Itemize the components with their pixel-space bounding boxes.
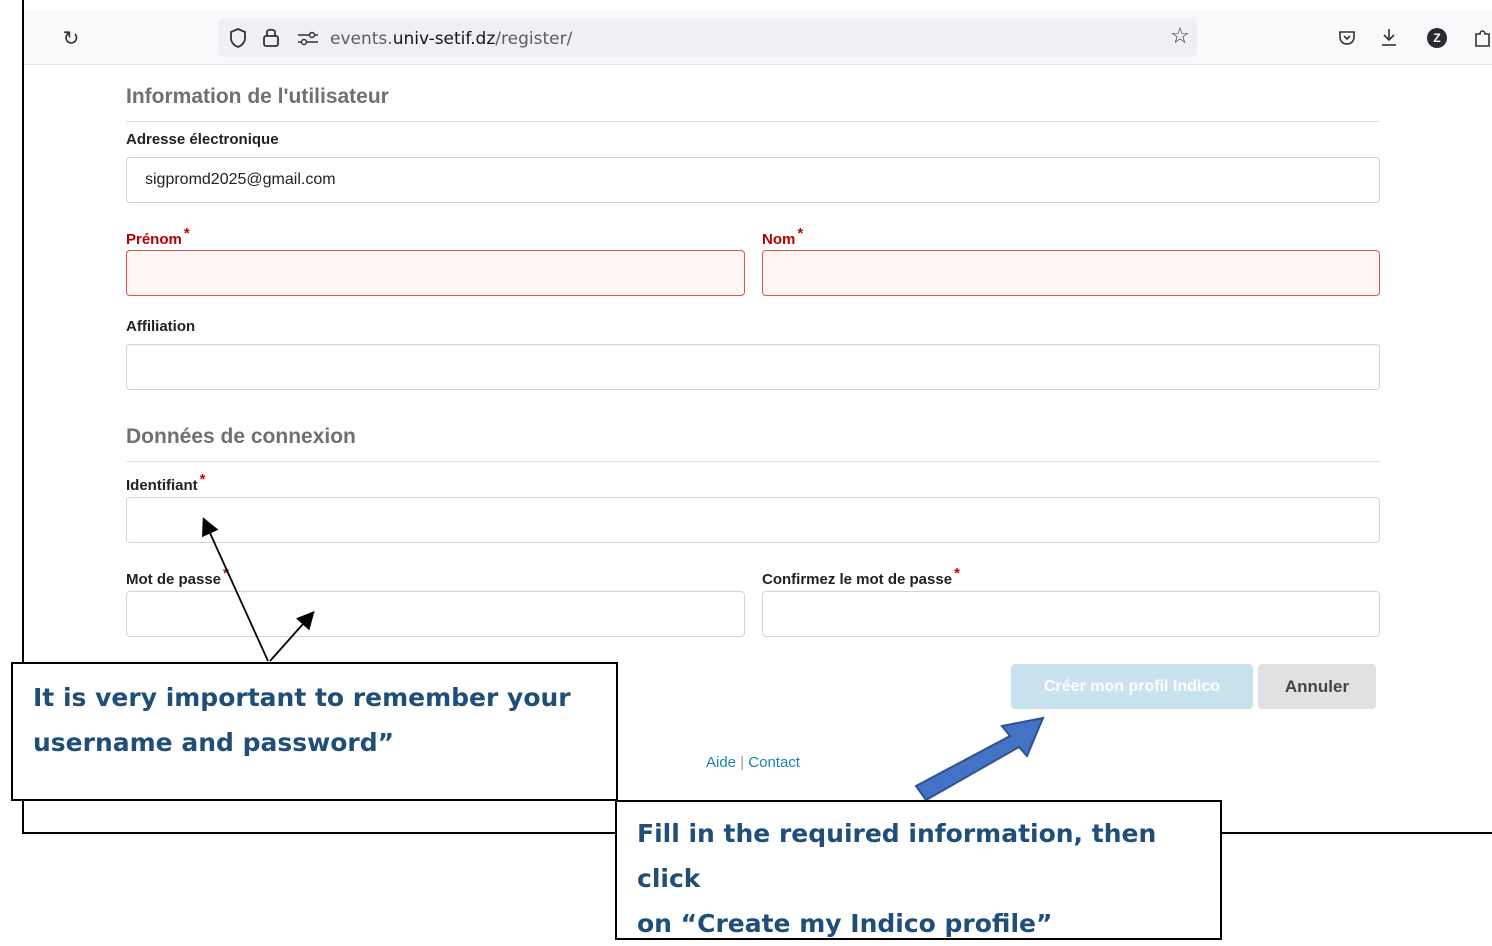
callout-left-line-2: username and password” xyxy=(33,728,395,757)
callout-left-line-1: It is very important to remember your xyxy=(33,683,571,712)
blue-arrow-to-create-button xyxy=(914,716,1045,802)
callout-fill-required-info: Fill in the required information, then c… xyxy=(615,800,1222,940)
callout-right-line-1: Fill in the required information, then c… xyxy=(637,819,1157,893)
arrow-to-username xyxy=(202,517,269,662)
callout-right-line-2: on “Create my Indico profile” xyxy=(637,909,1053,938)
callout-remember-credentials: It is very important to remember your us… xyxy=(11,662,618,801)
arrow-to-password xyxy=(269,610,315,662)
